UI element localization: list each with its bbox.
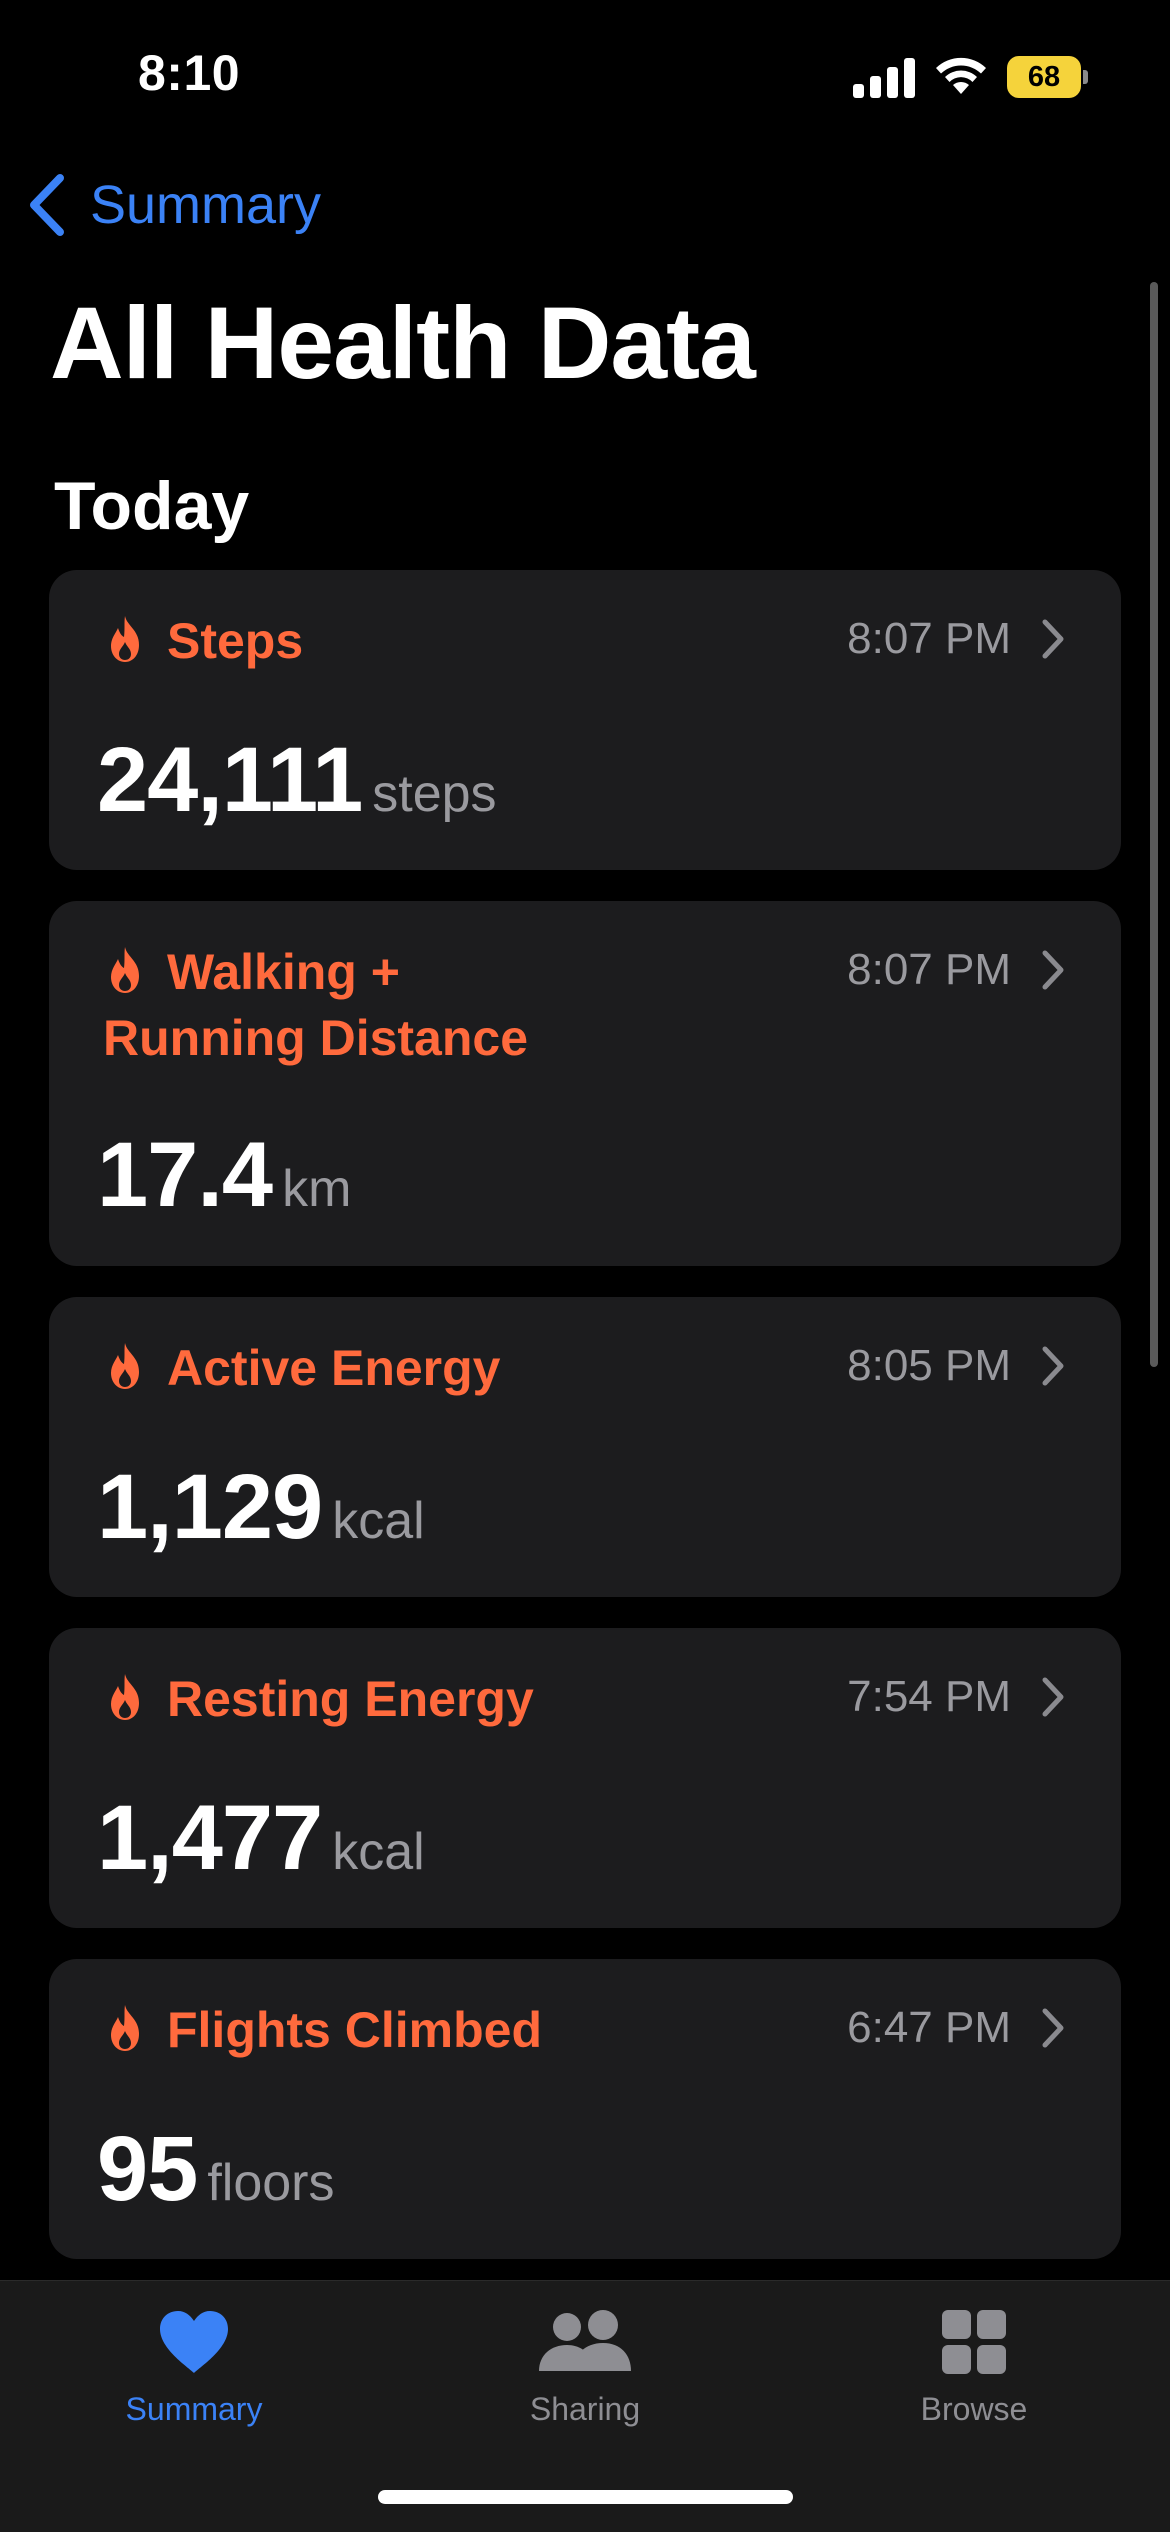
wifi-icon: [936, 57, 986, 94]
chevron-right-icon: [1042, 1677, 1064, 1717]
tab-label: Summary: [125, 2391, 263, 2427]
card-title: Resting Energy: [167, 1671, 534, 1727]
metric-unit: kcal: [332, 1823, 425, 1881]
card-value: 17.4 km: [97, 1123, 351, 1228]
metric-value: 1,477: [97, 1787, 323, 1889]
metric-card-resting-energy[interactable]: Resting Energy 7:54 PM 1,477 kcal: [49, 1628, 1121, 1928]
tab-browse[interactable]: Browse: [824, 2281, 1124, 2441]
metric-value: 17.4: [97, 1124, 273, 1226]
battery-level: 68: [1007, 56, 1081, 98]
flame-icon: [111, 616, 139, 662]
card-value: 95 floors: [97, 2117, 335, 2222]
metric-card-flights-climbed[interactable]: Flights Climbed 6:47 PM 95 floors: [49, 1959, 1121, 2259]
chevron-right-icon: [1042, 950, 1064, 990]
metric-value: 1,129: [97, 1456, 323, 1558]
card-timestamp: 7:54 PM: [847, 1672, 1011, 1721]
tab-label: Sharing: [529, 2391, 641, 2427]
metric-unit: kcal: [332, 1492, 425, 1550]
card-value: 1,129 kcal: [97, 1455, 425, 1560]
card-title: Active Energy: [167, 1340, 501, 1396]
people-icon: [539, 2310, 631, 2371]
metric-card-active-energy[interactable]: Active Energy 8:05 PM 1,129 kcal: [49, 1297, 1121, 1597]
back-button-label: Summary: [90, 175, 322, 235]
grid-icon: [942, 2310, 1006, 2374]
metric-unit: km: [282, 1160, 352, 1218]
card-timestamp: 8:07 PM: [847, 945, 1011, 994]
card-timestamp: 8:07 PM: [847, 614, 1011, 663]
card-title: Steps: [167, 613, 304, 669]
scrollbar[interactable]: [1150, 282, 1158, 1367]
card-timestamp: 6:47 PM: [847, 2003, 1011, 2052]
tab-summary[interactable]: Summary: [44, 2281, 344, 2441]
card-title: Flights Climbed: [167, 2002, 542, 2058]
screen: 8:10 68 Summary All Health Data Today St…: [0, 0, 1170, 2532]
tab-label: Browse: [920, 2391, 1028, 2427]
flame-icon: [111, 2005, 139, 2051]
flame-icon: [111, 1674, 139, 1720]
home-indicator[interactable]: [378, 2490, 793, 2504]
metric-unit: steps: [372, 765, 497, 823]
card-value: 24,111 steps: [97, 728, 497, 833]
chevron-left-icon: [30, 174, 64, 236]
page-title: All Health Data: [50, 286, 756, 400]
battery-indicator: 68: [1007, 56, 1088, 98]
card-timestamp: 8:05 PM: [847, 1341, 1011, 1390]
cellular-signal-icon: [853, 58, 915, 98]
back-button[interactable]: Summary: [24, 170, 321, 240]
card-value: 1,477 kcal: [97, 1786, 425, 1891]
chevron-right-icon: [1042, 2008, 1064, 2048]
battery-tip: [1083, 70, 1088, 84]
metric-value: 95: [97, 2118, 198, 2220]
status-bar: 8:10 68: [0, 0, 1170, 150]
chevron-right-icon: [1042, 1346, 1064, 1386]
status-time: 8:10: [138, 45, 241, 101]
chevron-right-icon: [1042, 619, 1064, 659]
card-title: Walking + Running Distance: [103, 944, 529, 1066]
heart-icon: [160, 2311, 228, 2373]
metric-unit: floors: [207, 2154, 335, 2212]
metric-card-walking-running-distance[interactable]: Walking + Running Distance 8:07 PM 17.4 …: [49, 901, 1121, 1266]
metric-card-steps[interactable]: Steps 8:07 PM 24,111 steps: [49, 570, 1121, 870]
flame-icon: [111, 1343, 139, 1389]
tab-sharing[interactable]: Sharing: [435, 2281, 735, 2441]
metric-value: 24,111: [97, 729, 363, 831]
section-title: Today: [54, 468, 250, 544]
